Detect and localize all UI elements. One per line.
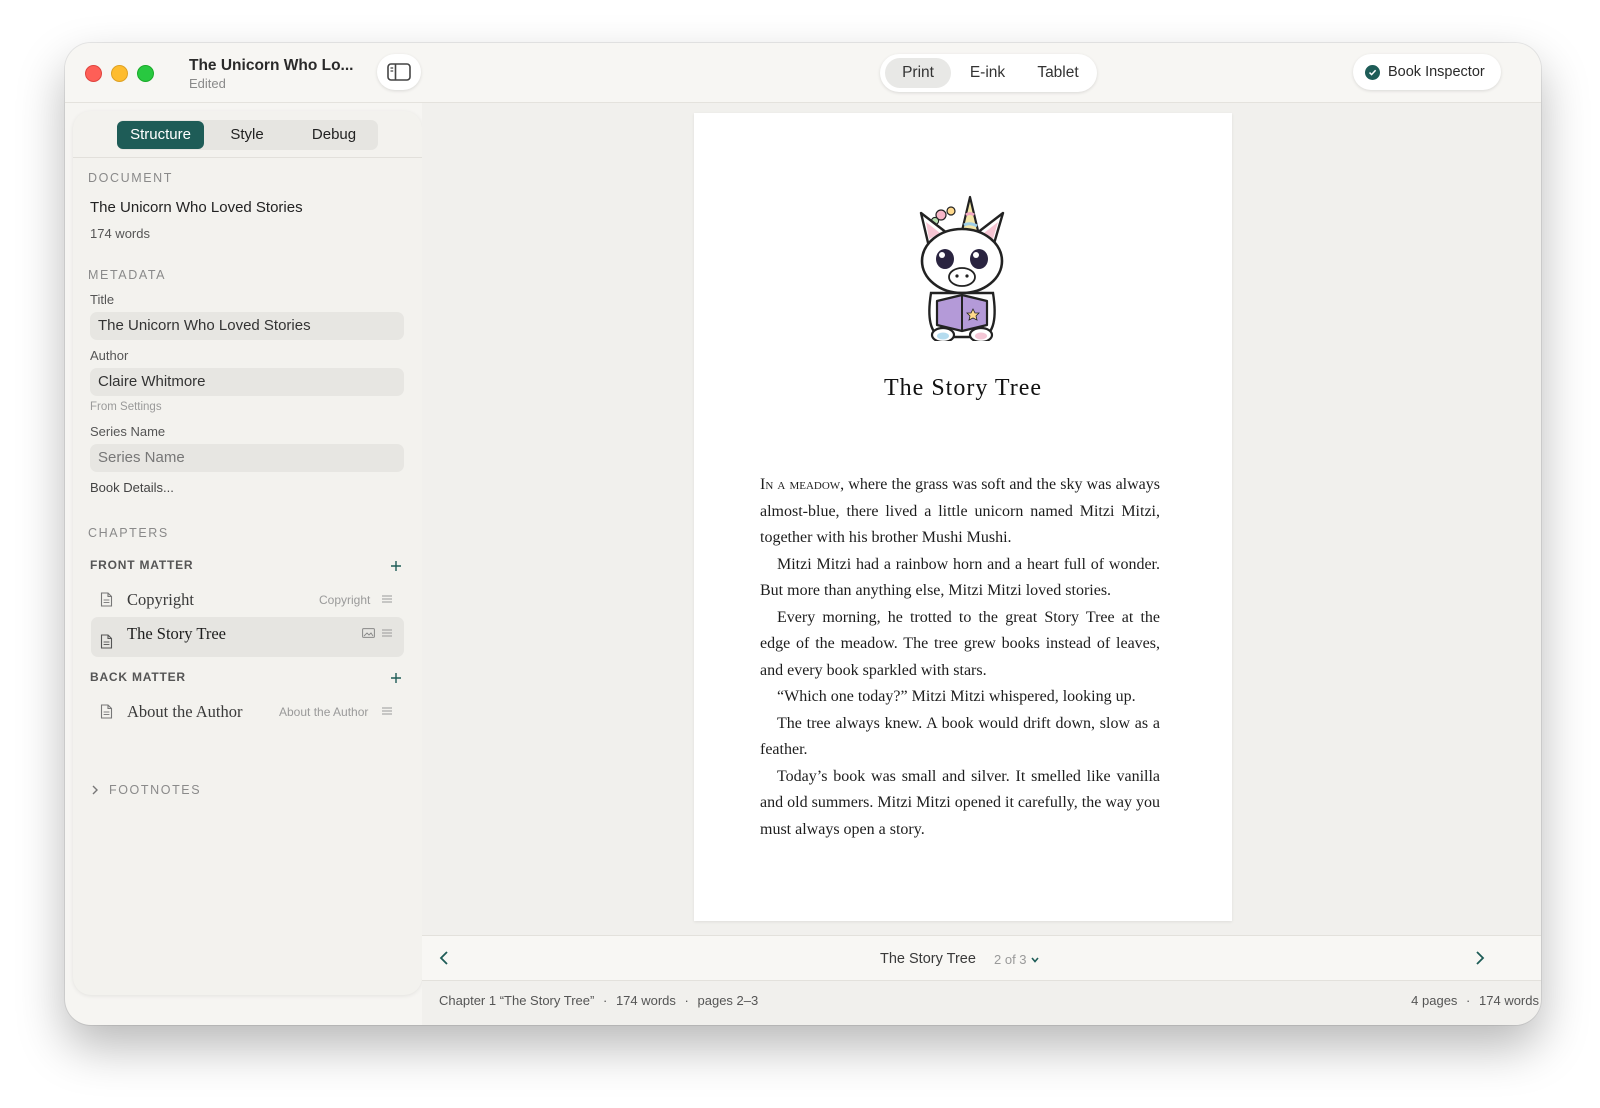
book-inspector-button[interactable]: Book Inspector xyxy=(1353,54,1501,90)
document-icon xyxy=(100,592,113,607)
document-icon xyxy=(100,704,113,719)
status-bar: Chapter 1 “The Story Tree” · 174 words ·… xyxy=(422,983,1541,1025)
sidebar: Structure Style Debug DOCUMENT The Unico… xyxy=(73,111,422,995)
title-bar: The Unicorn Who Lo... Edited Print E-ink… xyxy=(65,43,1541,103)
document-status: Edited xyxy=(189,76,226,91)
status-chapter: Chapter 1 “The Story Tree” xyxy=(439,993,595,1008)
tab-debug[interactable]: Debug xyxy=(290,121,378,149)
plus-icon xyxy=(391,673,401,683)
chevron-right-icon[interactable] xyxy=(1474,950,1486,966)
book-status: 4 pages · 174 words xyxy=(1411,993,1539,1008)
status-total-pages: 4 pages xyxy=(1411,993,1458,1008)
add-front-matter-button[interactable] xyxy=(388,558,404,574)
current-chapter-name: The Story Tree xyxy=(880,951,976,967)
minimize-window-button[interactable] xyxy=(111,65,128,82)
sidebar-icon xyxy=(387,63,411,81)
series-name-field[interactable]: Series Name xyxy=(90,444,404,472)
toggle-sidebar-button[interactable] xyxy=(377,54,421,90)
chapter-name: About the Author xyxy=(127,702,243,721)
sidebar-tabs: Structure Style Debug xyxy=(117,120,378,150)
paragraph: The tree always knew. A book would drift… xyxy=(760,714,1160,759)
book-page-preview: The Story Tree In a meadow, where the gr… xyxy=(694,113,1232,921)
footnotes-disclosure[interactable]: FOOTNOTES xyxy=(90,783,201,797)
chapter-status: Chapter 1 “The Story Tree” · 174 words ·… xyxy=(439,993,759,1008)
preview-area: The Story Tree In a meadow, where the gr… xyxy=(422,103,1541,1025)
paragraph: Mitzi Mitzi had a rainbow horn and a hea… xyxy=(760,555,1160,600)
chapter-row-about-the-author[interactable]: About the Author About the Author xyxy=(91,695,404,729)
paragraph: Today’s book was small and silver. It sm… xyxy=(760,767,1160,838)
close-window-button[interactable] xyxy=(85,65,102,82)
checkmark-circle-icon xyxy=(1365,64,1380,80)
chevron-left-icon[interactable] xyxy=(438,950,450,966)
title-field[interactable]: The Unicorn Who Loved Stories xyxy=(90,312,404,340)
drag-handle-icon[interactable] xyxy=(381,706,393,716)
device-tab-eink[interactable]: E-ink xyxy=(951,58,1024,88)
chevron-right-icon xyxy=(92,785,98,795)
document-title: The Unicorn Who Lo... xyxy=(189,57,354,74)
device-preview-selector: Print E-ink Tablet xyxy=(880,54,1097,92)
chapter-type: About the Author xyxy=(279,705,369,719)
document-word-count: 174 words xyxy=(90,226,150,241)
author-field-label: Author xyxy=(90,348,129,363)
author-hint: From Settings xyxy=(90,401,162,413)
paragraph: “Which one today?” Mitzi Mitzi whispered… xyxy=(777,688,1136,705)
page-number: 2 of 3 xyxy=(994,952,1027,967)
chevron-down-icon xyxy=(1030,956,1039,963)
footnotes-label: FOOTNOTES xyxy=(109,783,202,797)
image-icon xyxy=(362,628,375,638)
series-field-label: Series Name xyxy=(90,424,166,439)
book-inspector-label: Book Inspector xyxy=(1388,64,1485,80)
document-name: The Unicorn Who Loved Stories xyxy=(90,199,303,216)
device-tab-print[interactable]: Print xyxy=(885,58,951,88)
chapter-heading: The Story Tree xyxy=(884,375,1042,401)
chapter-row-copyright[interactable]: Copyright Copyright xyxy=(91,583,404,617)
author-field[interactable]: Claire Whitmore xyxy=(90,368,404,396)
lead-in: In a meadow, xyxy=(760,476,845,493)
unicorn-illustration xyxy=(919,195,1005,341)
add-back-matter-button[interactable] xyxy=(388,670,404,686)
metadata-section-label: METADATA xyxy=(88,268,167,282)
status-total-words: 174 words xyxy=(1479,993,1539,1008)
chapters-section-label: CHAPTERS xyxy=(88,526,169,540)
device-tab-tablet[interactable]: Tablet xyxy=(1024,58,1092,88)
page-navigation-bar: The Story Tree 2 of 3 xyxy=(422,935,1541,981)
chapter-row-the-story-tree[interactable]: The Story Tree xyxy=(91,617,404,657)
tab-style[interactable]: Style xyxy=(204,121,290,149)
chapter-type: Copyright xyxy=(319,593,371,607)
chapter-body-text: In a meadow, where the grass was soft an… xyxy=(760,472,1160,843)
page-number-selector[interactable]: 2 of 3 xyxy=(994,952,1040,967)
status-chapter-pages: pages 2–3 xyxy=(697,993,759,1008)
plus-icon xyxy=(391,561,401,571)
document-icon xyxy=(100,634,113,649)
drag-handle-icon[interactable] xyxy=(381,594,393,604)
document-section-label: DOCUMENT xyxy=(88,171,174,185)
back-matter-label: BACK MATTER xyxy=(90,670,186,684)
status-chapter-words: 174 words xyxy=(615,993,676,1008)
chapter-name: Copyright xyxy=(127,590,194,609)
paragraph: In a meadow, where the grass was soft an… xyxy=(760,476,1160,546)
paragraph: Every morning, he trotted to the great S… xyxy=(760,608,1160,679)
sidebar-divider xyxy=(73,157,422,158)
title-field-label: Title xyxy=(90,292,115,307)
front-matter-label: FRONT MATTER xyxy=(90,558,194,572)
zoom-window-button[interactable] xyxy=(137,65,154,82)
app-window: The Unicorn Who Lo... Edited Print E-ink… xyxy=(65,43,1541,1025)
book-details-link[interactable]: Book Details... xyxy=(90,480,174,495)
drag-handle-icon[interactable] xyxy=(381,628,393,638)
tab-structure[interactable]: Structure xyxy=(117,121,204,149)
chapter-name: The Story Tree xyxy=(127,624,226,643)
